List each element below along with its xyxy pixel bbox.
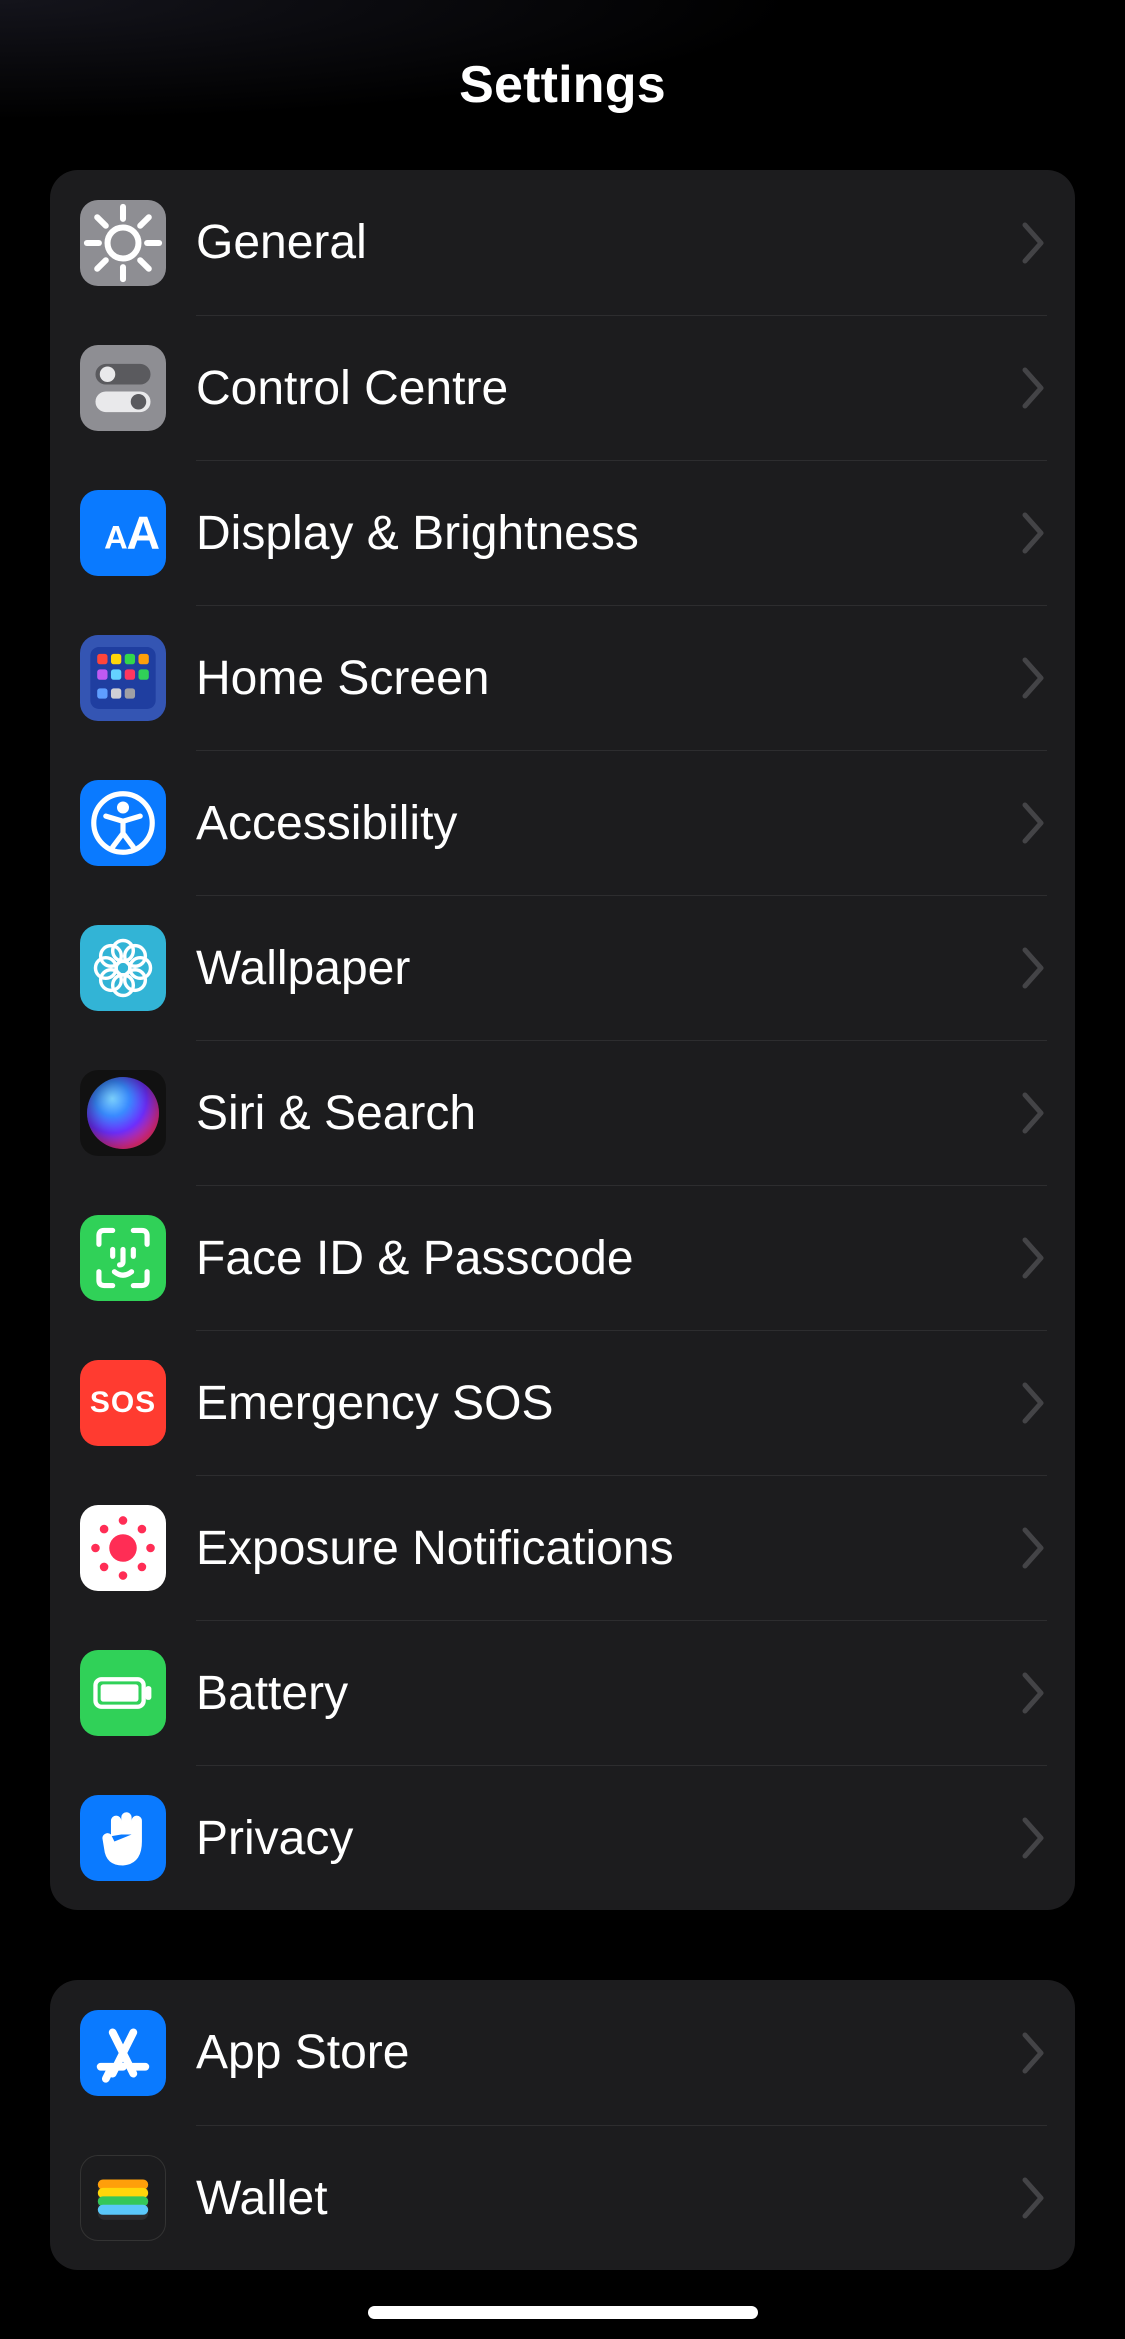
row-app-store[interactable]: App Store	[50, 1980, 1075, 2125]
row-label: Control Centre	[196, 361, 1019, 416]
row-emergency-sos[interactable]: SOS Emergency SOS	[50, 1330, 1075, 1475]
face-id-icon	[80, 1215, 166, 1301]
row-privacy[interactable]: Privacy	[50, 1765, 1075, 1910]
row-label: Accessibility	[196, 796, 1019, 851]
toggles-icon	[80, 345, 166, 431]
chevron-right-icon	[1019, 1816, 1047, 1860]
chevron-right-icon	[1019, 946, 1047, 990]
row-display-brightness[interactable]: AA Display & Brightness	[50, 460, 1075, 605]
chevron-right-icon	[1019, 366, 1047, 410]
home-indicator[interactable]	[368, 2306, 758, 2319]
row-label: Siri & Search	[196, 1086, 1019, 1141]
chevron-right-icon	[1019, 1091, 1047, 1135]
wallet-icon	[80, 2155, 166, 2241]
settings-group-device: General Control Centre AA Display & Brig…	[50, 170, 1075, 1910]
row-wallet[interactable]: Wallet	[50, 2125, 1075, 2270]
chevron-right-icon	[1019, 1526, 1047, 1570]
row-face-id-passcode[interactable]: Face ID & Passcode	[50, 1185, 1075, 1330]
text-size-icon: AA	[80, 490, 166, 576]
chevron-right-icon	[1019, 801, 1047, 845]
row-label: App Store	[196, 2025, 1019, 2080]
chevron-right-icon	[1019, 1381, 1047, 1425]
gear-icon	[80, 200, 166, 286]
settings-header: Settings	[0, 0, 1125, 170]
row-accessibility[interactable]: Accessibility	[50, 750, 1075, 895]
row-label: Emergency SOS	[196, 1376, 1019, 1431]
row-wallpaper[interactable]: Wallpaper	[50, 895, 1075, 1040]
chevron-right-icon	[1019, 511, 1047, 555]
row-label: Exposure Notifications	[196, 1521, 1019, 1576]
chevron-right-icon	[1019, 1236, 1047, 1280]
flower-icon	[80, 925, 166, 1011]
svg-text:A: A	[104, 518, 128, 555]
row-siri-search[interactable]: Siri & Search	[50, 1040, 1075, 1185]
sos-icon: SOS	[80, 1360, 166, 1446]
row-label: Display & Brightness	[196, 506, 1019, 561]
chevron-right-icon	[1019, 1671, 1047, 1715]
app-store-icon	[80, 2010, 166, 2096]
row-label: Home Screen	[196, 651, 1019, 706]
row-battery[interactable]: Battery	[50, 1620, 1075, 1765]
exposure-dots-icon	[80, 1505, 166, 1591]
page-title: Settings	[459, 55, 666, 115]
row-label: Wallet	[196, 2171, 1019, 2226]
row-control-centre[interactable]: Control Centre	[50, 315, 1075, 460]
hand-icon	[80, 1795, 166, 1881]
settings-group-store: App Store Wallet	[50, 1980, 1075, 2270]
row-label: Face ID & Passcode	[196, 1231, 1019, 1286]
row-home-screen[interactable]: Home Screen	[50, 605, 1075, 750]
row-general[interactable]: General	[50, 170, 1075, 315]
accessibility-icon	[80, 780, 166, 866]
row-exposure-notifications[interactable]: Exposure Notifications	[50, 1475, 1075, 1620]
chevron-right-icon	[1019, 2176, 1047, 2220]
row-label: Battery	[196, 1666, 1019, 1721]
chevron-right-icon	[1019, 656, 1047, 700]
svg-text:A: A	[126, 506, 160, 558]
app-grid-icon	[80, 635, 166, 721]
chevron-right-icon	[1019, 2031, 1047, 2075]
row-label: Wallpaper	[196, 941, 1019, 996]
row-label: General	[196, 215, 1019, 270]
battery-icon	[80, 1650, 166, 1736]
row-label: Privacy	[196, 1811, 1019, 1866]
siri-orb-icon	[80, 1070, 166, 1156]
chevron-right-icon	[1019, 221, 1047, 265]
